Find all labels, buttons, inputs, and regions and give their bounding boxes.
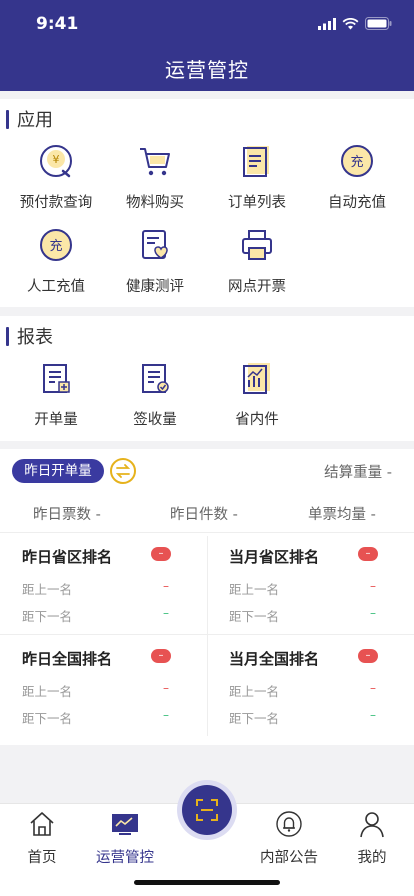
rank-up-value: –	[163, 579, 169, 593]
report-province-label: 省内件	[235, 412, 279, 428]
tab-home-label: 首页	[27, 850, 57, 866]
app-manual-recharge-label: 人工充值	[27, 279, 85, 295]
app-materials[interactable]: 物料购买	[110, 143, 200, 212]
rank-up-label: 距上一名	[22, 684, 73, 699]
rank-badge: –	[358, 649, 378, 663]
stat-tickets: 昨日票数 -	[33, 507, 101, 523]
home-icon	[30, 812, 54, 836]
rank-month-national[interactable]: 当月全国排名 – 距上一名 – 距下一名 –	[207, 648, 414, 748]
swap-button[interactable]	[110, 458, 136, 484]
svg-text:充: 充	[49, 238, 62, 254]
reports-title-text: 报表	[17, 327, 53, 348]
bell-icon	[276, 811, 302, 837]
user-icon	[360, 812, 384, 838]
order-list-icon	[243, 146, 269, 177]
app-health[interactable]: 健康测评	[110, 227, 200, 296]
report-open-orders-label: 开单量	[34, 412, 78, 428]
reports-section-title: 报表	[6, 323, 53, 349]
apps-title-text: 应用	[17, 110, 53, 131]
apps-section: 应用 ¥ 预付款查询 物料购买 订单列表 充 自动充值 充 人工充值 健康测评 …	[0, 99, 414, 307]
scan-button-inner	[182, 785, 232, 835]
status-bar: 9:41	[0, 0, 414, 50]
rank-down-value: –	[370, 606, 376, 620]
cart-icon	[140, 148, 170, 176]
scan-button[interactable]	[177, 780, 237, 840]
rank-down-label: 距下一名	[22, 711, 73, 726]
status-time: 9:41	[36, 14, 79, 34]
province-chart-icon	[243, 363, 270, 394]
signal-icon	[318, 17, 336, 30]
app-prepay[interactable]: ¥ 预付款查询	[11, 143, 101, 212]
status-icons	[318, 17, 392, 30]
rank-title: 昨日全国排名	[22, 650, 113, 668]
rank-up-label: 距上一名	[229, 582, 280, 597]
stat-pieces: 昨日件数 -	[170, 507, 238, 523]
app-auto-recharge[interactable]: 充 自动充值	[312, 143, 402, 212]
rank-yesterday-province[interactable]: 昨日省区排名 – 距上一名 – 距下一名 –	[0, 546, 207, 646]
tab-notice-label: 内部公告	[260, 850, 318, 866]
auto-recharge-icon: 充	[341, 145, 373, 177]
rank-title: 当月全国排名	[229, 650, 320, 668]
tab-mine[interactable]: 我的	[332, 809, 412, 867]
reports-section: 报表 开单量 签收量 省内件	[0, 316, 414, 441]
rank-up-label: 距上一名	[229, 684, 280, 699]
home-indicator	[134, 880, 280, 885]
rank-down-value: –	[163, 606, 169, 620]
scan-icon	[196, 799, 218, 821]
app-manual-recharge[interactable]: 充 人工充值	[11, 227, 101, 296]
app-order-list[interactable]: 订单列表	[212, 143, 302, 212]
sign-receipt-icon	[142, 364, 169, 393]
rank-down-value: –	[163, 708, 169, 722]
app-invoice-label: 网点开票	[228, 279, 286, 295]
rank-yesterday-national[interactable]: 昨日全国排名 – 距上一名 – 距下一名 –	[0, 648, 207, 748]
rank-title: 昨日省区排名	[22, 548, 113, 566]
page-title: 运营管控	[165, 58, 249, 82]
report-open-orders[interactable]: 开单量	[11, 360, 101, 429]
prepay-icon: ¥	[40, 145, 72, 178]
rank-title: 当月省区排名	[229, 548, 320, 566]
manual-recharge-icon: 充	[40, 229, 72, 261]
rank-up-value: –	[370, 681, 376, 695]
tab-notice[interactable]: 内部公告	[249, 809, 329, 867]
svg-text:¥: ¥	[53, 153, 60, 166]
app-order-list-label: 订单列表	[228, 195, 286, 211]
rank-badge: –	[358, 547, 378, 561]
divider	[0, 532, 414, 533]
rank-up-value: –	[370, 579, 376, 593]
rank-up-value: –	[163, 681, 169, 695]
apps-section-title: 应用	[6, 106, 53, 132]
report-province[interactable]: 省内件	[212, 360, 302, 429]
app-header: 9:41 运营管控	[0, 0, 414, 91]
monitor-chart-icon	[112, 814, 138, 835]
rank-badge: –	[151, 649, 171, 663]
app-invoice[interactable]: 网点开票	[212, 227, 302, 296]
app-auto-recharge-label: 自动充值	[328, 195, 386, 211]
tab-mine-label: 我的	[357, 850, 387, 866]
rank-month-province[interactable]: 当月省区排名 – 距上一名 – 距下一名 –	[207, 546, 414, 646]
rank-up-label: 距上一名	[22, 582, 73, 597]
yesterday-open-orders-tab[interactable]: 昨日开单量	[12, 459, 104, 483]
rank-down-value: –	[370, 708, 376, 722]
rank-badge: –	[151, 547, 171, 561]
rank-down-label: 距下一名	[229, 609, 280, 624]
app-materials-label: 物料购买	[126, 195, 184, 211]
health-icon	[142, 230, 168, 259]
tab-home[interactable]: 首页	[2, 809, 82, 867]
app-health-label: 健康测评	[126, 279, 184, 295]
battery-icon	[365, 17, 392, 30]
report-sign-receipt[interactable]: 签收量	[110, 360, 200, 429]
wifi-icon	[342, 17, 359, 29]
app-prepay-label: 预付款查询	[19, 195, 93, 211]
rank-down-label: 距下一名	[22, 609, 73, 624]
printer-icon	[242, 230, 272, 260]
open-order-icon	[43, 364, 70, 393]
tab-ops[interactable]: 运营管控	[85, 809, 165, 867]
report-sign-receipt-label: 签收量	[133, 412, 177, 428]
rank-down-label: 距下一名	[229, 711, 280, 726]
settle-weight: 结算重量 -	[324, 465, 392, 481]
svg-text:充: 充	[350, 154, 363, 170]
stat-avg: 单票均量 -	[308, 507, 376, 523]
swap-icon	[115, 464, 131, 478]
tab-ops-label: 运营管控	[96, 850, 154, 866]
